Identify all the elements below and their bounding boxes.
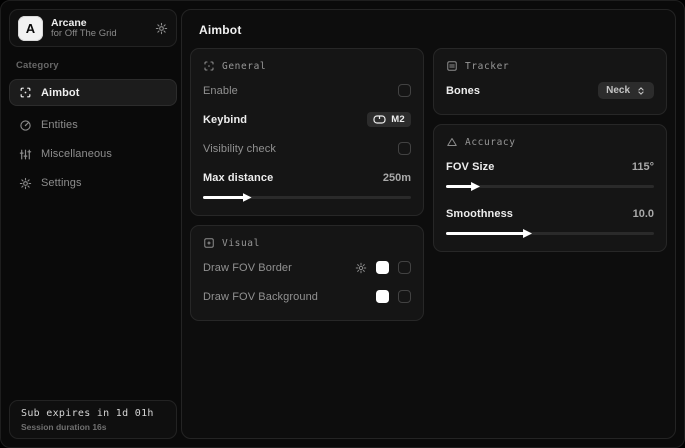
visual-card: Visual Draw FOV Border bbox=[190, 225, 424, 321]
gear-icon[interactable] bbox=[355, 262, 367, 274]
visibility-check-row: Visibility check bbox=[203, 138, 411, 159]
subscription-card: Sub expires in 1d 01h Session duration 1… bbox=[9, 400, 177, 439]
fov-background-color-swatch[interactable] bbox=[376, 290, 389, 303]
draw-fov-background-checkbox[interactable] bbox=[398, 290, 411, 303]
accuracy-card-header: Accuracy bbox=[446, 136, 654, 148]
sidebar-item-label: Aimbot bbox=[41, 87, 79, 99]
keybind-button[interactable]: M2 bbox=[367, 112, 411, 127]
slider-thumb[interactable] bbox=[523, 229, 532, 238]
gear-icon[interactable] bbox=[155, 22, 168, 35]
slider-thumb[interactable] bbox=[243, 193, 252, 202]
enable-label: Enable bbox=[203, 85, 238, 97]
sidebar-item-label: Miscellaneous bbox=[41, 148, 112, 160]
draw-fov-border-label: Draw FOV Border bbox=[203, 262, 292, 274]
brand-card: A Arcane for Off The Grid bbox=[9, 9, 177, 47]
bones-row: Bones Neck bbox=[446, 80, 654, 101]
sidebar-item-aimbot[interactable]: Aimbot bbox=[9, 79, 177, 106]
enable-row: Enable bbox=[203, 80, 411, 101]
tracker-card-header: Tracker bbox=[446, 60, 654, 72]
crosshair-scan-icon bbox=[203, 60, 215, 72]
brand-subtitle: for Off The Grid bbox=[51, 29, 155, 40]
draw-fov-background-row: Draw FOV Background bbox=[203, 286, 411, 307]
left-column: General Enable Keybind bbox=[190, 48, 424, 321]
accuracy-card: Accuracy FOV Size 115° Smoothness bbox=[433, 124, 667, 252]
visibility-check-checkbox[interactable] bbox=[398, 142, 411, 155]
fov-size-label: FOV Size bbox=[446, 161, 494, 173]
general-card-header: General bbox=[203, 60, 411, 72]
fov-border-color-swatch[interactable] bbox=[376, 261, 389, 274]
sidebar-item-miscellaneous[interactable]: Miscellaneous bbox=[9, 141, 177, 167]
category-label: Category bbox=[16, 60, 177, 71]
draw-fov-border-row: Draw FOV Border bbox=[203, 257, 411, 278]
smoothness-value: 10.0 bbox=[633, 208, 654, 220]
smoothness-slider[interactable] bbox=[446, 229, 654, 238]
cards-grid: General Enable Keybind bbox=[190, 48, 667, 321]
bones-select[interactable]: Neck bbox=[598, 82, 654, 99]
card-title: Tracker bbox=[465, 61, 509, 72]
panel-lines-icon bbox=[446, 60, 458, 72]
app-window: A Arcane for Off The Grid Category Aimbo bbox=[0, 0, 685, 448]
fov-size-row: FOV Size 115° bbox=[446, 156, 654, 177]
sidebar-item-label: Entities bbox=[41, 119, 78, 131]
page-title: Aimbot bbox=[199, 23, 667, 37]
keybind-row: Keybind M2 bbox=[203, 109, 411, 130]
sidebar-item-settings[interactable]: Settings bbox=[9, 170, 177, 196]
slider-fill bbox=[446, 232, 525, 235]
gear-icon bbox=[19, 177, 32, 190]
triangle-icon bbox=[446, 136, 458, 148]
session-duration-text: Session duration 16s bbox=[21, 422, 165, 432]
slider-thumb[interactable] bbox=[471, 182, 480, 191]
brand-name: Arcane bbox=[51, 17, 155, 29]
crosshair-scan-icon bbox=[19, 86, 32, 99]
visibility-check-label: Visibility check bbox=[203, 143, 276, 155]
keybind-label: Keybind bbox=[203, 114, 247, 126]
enable-checkbox[interactable] bbox=[398, 84, 411, 97]
draw-fov-border-checkbox[interactable] bbox=[398, 261, 411, 274]
right-column: Tracker Bones Neck bbox=[433, 48, 667, 252]
main-panel: Aimbot General bbox=[181, 9, 676, 439]
bones-label: Bones bbox=[446, 85, 480, 97]
slider-fill bbox=[203, 196, 245, 199]
draw-fov-background-label: Draw FOV Background bbox=[203, 291, 318, 303]
card-title: Visual bbox=[222, 238, 260, 249]
sidebar-item-label: Settings bbox=[41, 177, 82, 189]
draw-fov-background-controls bbox=[376, 290, 411, 303]
smoothness-row: Smoothness 10.0 bbox=[446, 203, 654, 224]
mouse-icon bbox=[373, 115, 386, 124]
bones-selected-value: Neck bbox=[606, 85, 630, 96]
sliders-icon bbox=[19, 148, 32, 161]
sub-expiry-text: Sub expires in 1d 01h bbox=[21, 408, 165, 419]
fov-size-value: 115° bbox=[632, 161, 654, 173]
max-distance-label: Max distance bbox=[203, 172, 273, 184]
fov-size-slider[interactable] bbox=[446, 182, 654, 191]
card-title: General bbox=[222, 61, 266, 72]
radar-icon bbox=[19, 119, 32, 132]
max-distance-row: Max distance 250m bbox=[203, 167, 411, 188]
sparkle-square-icon bbox=[203, 237, 215, 249]
sidebar: A Arcane for Off The Grid Category Aimbo bbox=[9, 9, 177, 439]
brand-text: Arcane for Off The Grid bbox=[51, 17, 155, 40]
sidebar-item-entities[interactable]: Entities bbox=[9, 112, 177, 138]
general-card: General Enable Keybind bbox=[190, 48, 424, 216]
tracker-card: Tracker Bones Neck bbox=[433, 48, 667, 115]
max-distance-slider[interactable] bbox=[203, 193, 411, 202]
max-distance-value: 250m bbox=[383, 172, 411, 184]
smoothness-label: Smoothness bbox=[446, 208, 513, 220]
slider-fill bbox=[446, 185, 473, 188]
card-title: Accuracy bbox=[465, 137, 516, 148]
draw-fov-border-controls bbox=[355, 261, 411, 274]
unfold-icon bbox=[636, 86, 646, 96]
brand-logo: A bbox=[18, 16, 43, 41]
visual-card-header: Visual bbox=[203, 237, 411, 249]
keybind-value: M2 bbox=[391, 114, 405, 125]
